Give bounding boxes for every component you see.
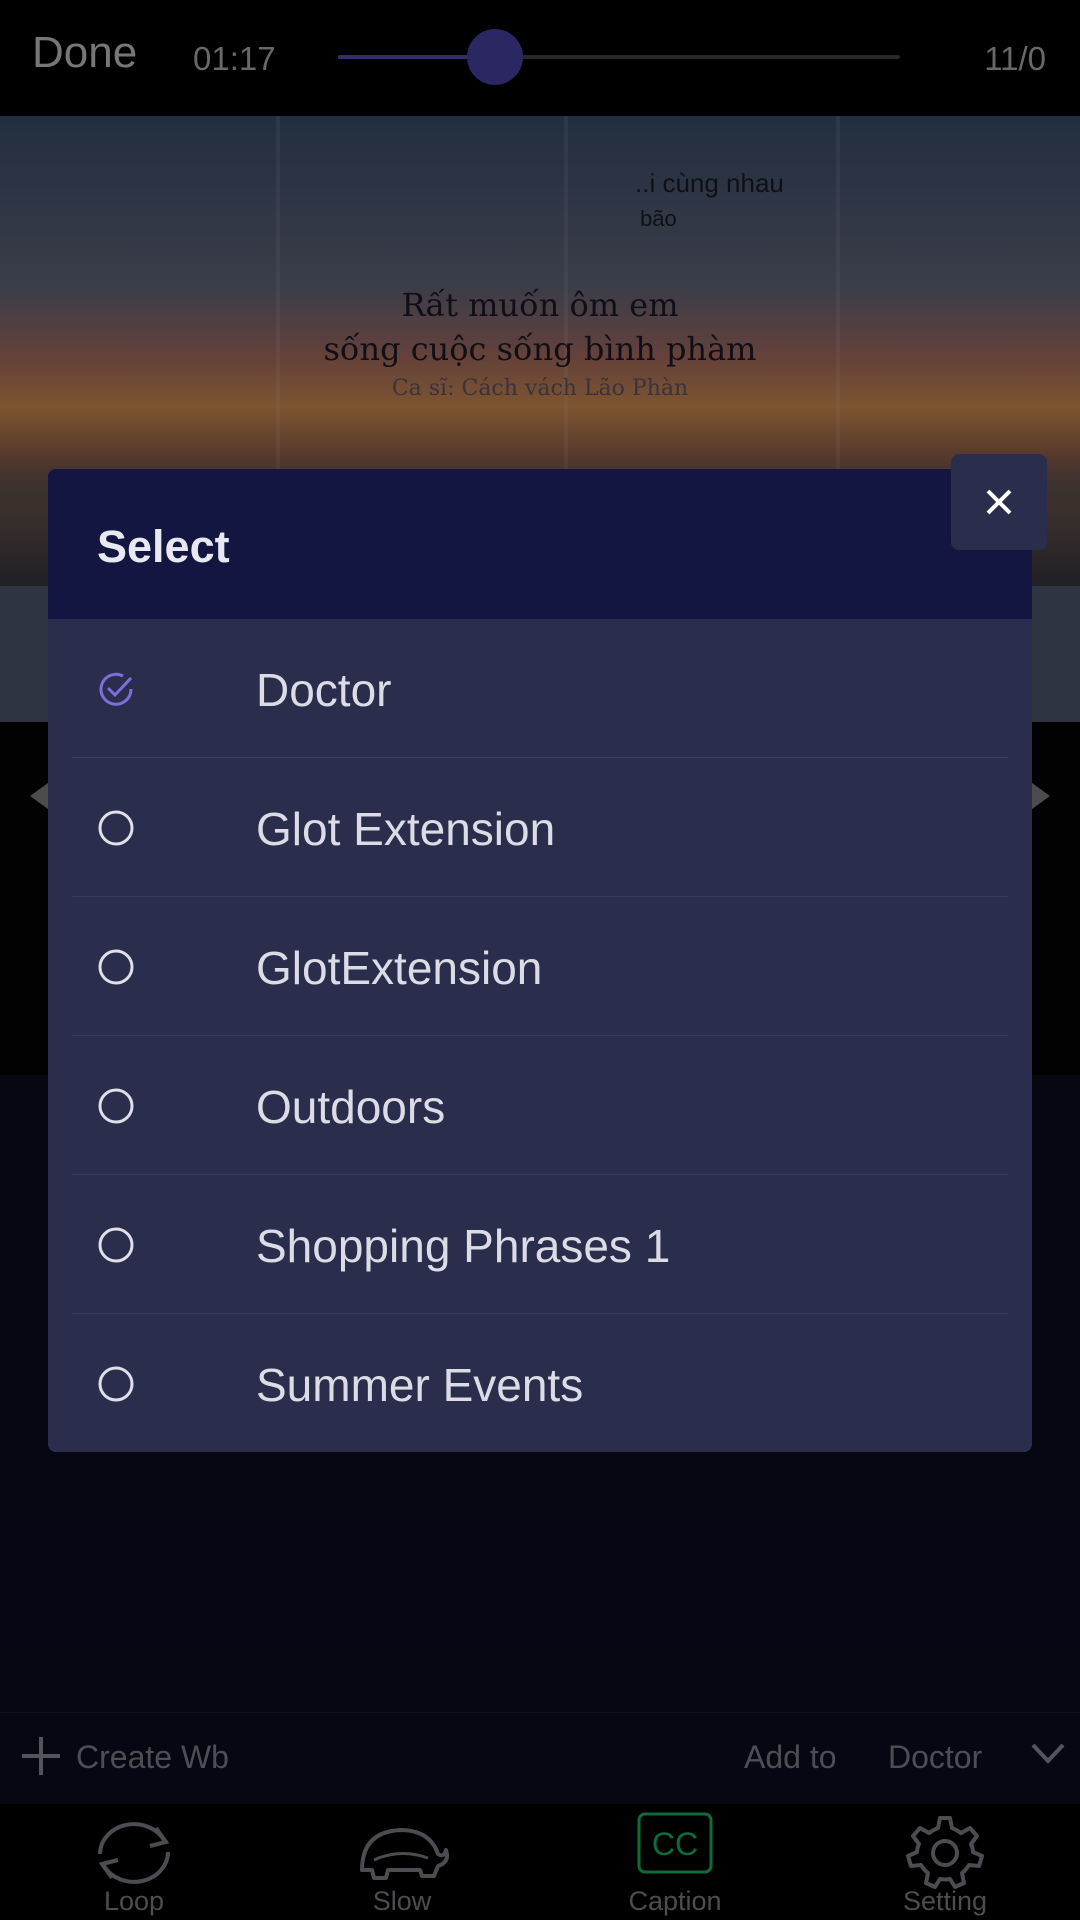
option-item[interactable]: Glot Extension [48,758,1032,897]
option-item[interactable]: Doctor [48,619,1032,758]
close-icon [986,489,1012,515]
radio-empty-icon [98,1227,134,1263]
radio-empty-icon [98,949,134,985]
dialog-header: Select [48,469,1032,619]
option-label: Doctor [256,664,392,716]
close-button[interactable] [951,454,1047,550]
option-label: Summer Events [256,1359,584,1411]
option-item[interactable]: Shopping Phrases 1 [48,1175,1032,1314]
dialog-title: Select [97,521,230,572]
option-label: GlotExtension [256,942,543,994]
radio-empty-icon [98,1366,134,1402]
check-circle-icon [99,672,133,706]
option-item[interactable]: GlotExtension [48,897,1032,1036]
radio-empty-icon [98,1088,134,1124]
option-label: Glot Extension [256,803,556,855]
option-label: Outdoors [256,1081,446,1133]
option-label: Shopping Phrases 1 [256,1220,671,1272]
radio-empty-icon [98,810,134,846]
option-item[interactable]: Summer Events [48,1314,1032,1452]
select-dialog: Select Doctor Glot Extension GlotExtensi… [48,469,1032,1452]
option-item[interactable]: Outdoors [48,1036,1032,1175]
